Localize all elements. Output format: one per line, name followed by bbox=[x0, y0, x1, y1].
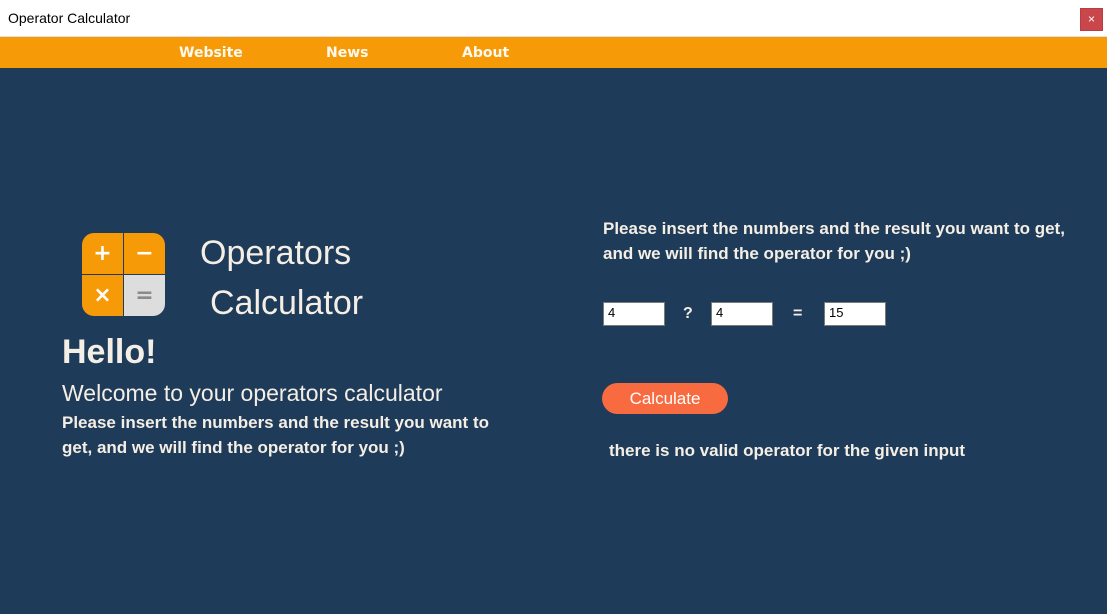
nav-item-news[interactable]: News bbox=[326, 45, 368, 61]
nav-item-website[interactable]: Website bbox=[179, 45, 243, 61]
welcome-heading: Welcome to your operators calculator bbox=[62, 380, 443, 406]
close-button[interactable]: × bbox=[1080, 8, 1103, 31]
window-title: Operator Calculator bbox=[8, 10, 131, 26]
equals-sign: = bbox=[793, 305, 803, 322]
nav-item-about[interactable]: About bbox=[462, 45, 509, 61]
app-name-line2: Calculator bbox=[210, 284, 364, 322]
nav-bar: Website News About bbox=[0, 37, 1107, 68]
result-message: there is no valid operator for the given… bbox=[609, 441, 966, 460]
operand1-input[interactable]: 4 bbox=[603, 302, 665, 326]
operand2-input[interactable]: 4 bbox=[711, 302, 773, 326]
main-area bbox=[0, 68, 1107, 614]
result-input[interactable]: 15 bbox=[824, 302, 886, 326]
minus-icon: − bbox=[124, 233, 165, 274]
calculate-button[interactable]: Calculate bbox=[602, 383, 728, 414]
instructions-text: Please insert the numbers and the result… bbox=[603, 219, 1065, 263]
intro-description: Please insert the numbers and the result… bbox=[62, 413, 489, 457]
calculator-icon: + − × = bbox=[82, 233, 165, 316]
app-name-line1: Operators bbox=[200, 234, 352, 272]
operator-placeholder: ? bbox=[683, 305, 693, 322]
hello-heading: Hello! bbox=[62, 333, 157, 371]
plus-icon: + bbox=[82, 233, 123, 274]
multiply-icon: × bbox=[82, 275, 123, 316]
equals-icon: = bbox=[124, 275, 165, 316]
title-bar: Operator Calculator × bbox=[0, 0, 1107, 37]
